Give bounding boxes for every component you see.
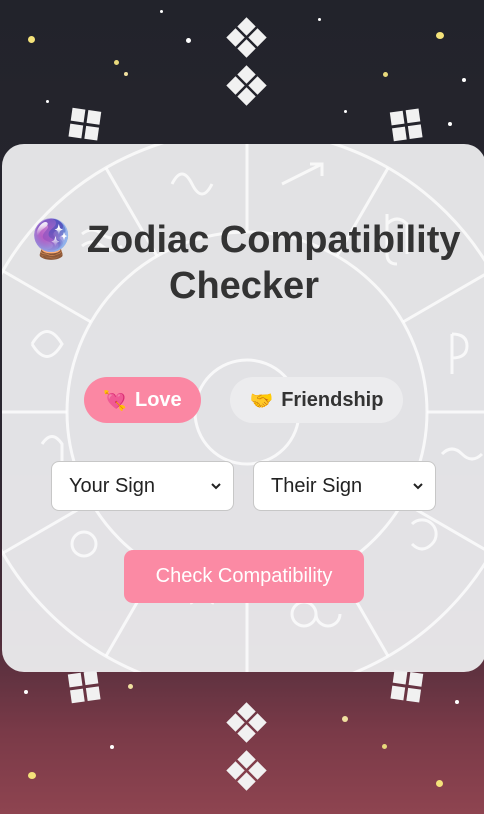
star	[436, 780, 443, 787]
tab-friendship[interactable]: 🤝 Friendship	[230, 377, 403, 423]
tab-love[interactable]: 💘 Love	[84, 377, 201, 423]
star	[455, 700, 459, 704]
star	[110, 745, 114, 749]
square-ornament	[67, 670, 106, 708]
chevron-down-icon	[413, 483, 423, 490]
star	[462, 78, 466, 82]
your-sign-select[interactable]: Your Sign	[51, 461, 234, 511]
crystal-ball-icon: 🔮	[27, 217, 75, 261]
star	[318, 18, 321, 21]
diamond-ornament	[225, 65, 269, 112]
square-ornament	[390, 669, 428, 708]
tab-love-label: Love	[134, 388, 182, 411]
your-sign-value: Your Sign	[69, 474, 155, 497]
star	[46, 100, 49, 103]
star	[114, 60, 119, 65]
star	[382, 744, 387, 749]
handshake-icon: 🤝	[249, 389, 274, 412]
tab-friendship-label: Friendship	[281, 388, 384, 411]
page-title: 🔮 Zodiac Compatibility Checker	[22, 216, 466, 309]
star	[448, 122, 452, 126]
star	[28, 772, 36, 779]
star	[160, 10, 163, 13]
star	[186, 38, 191, 43]
square-ornament	[389, 108, 428, 146]
chevron-down-icon	[211, 483, 221, 490]
diamond-ornament	[225, 702, 269, 749]
star	[124, 72, 128, 76]
diamond-ornament	[225, 750, 269, 797]
star	[342, 716, 348, 722]
heart-arrow-icon: 💘	[103, 389, 127, 412]
star	[344, 110, 347, 113]
star	[128, 684, 133, 689]
square-ornament	[68, 107, 106, 146]
star	[24, 690, 28, 694]
diamond-ornament	[225, 17, 269, 64]
star	[436, 32, 444, 39]
star	[28, 36, 35, 43]
their-sign-select[interactable]: Their Sign	[253, 461, 436, 511]
title-text: Zodiac Compatibility Checker	[86, 219, 461, 307]
their-sign-value: Their Sign	[271, 474, 363, 497]
compatibility-card: 🔮 Zodiac Compatibility Checker 💘 Love 🤝 F…	[2, 144, 484, 672]
check-compatibility-button[interactable]: Check Compatibility	[124, 550, 364, 603]
star	[383, 72, 388, 77]
